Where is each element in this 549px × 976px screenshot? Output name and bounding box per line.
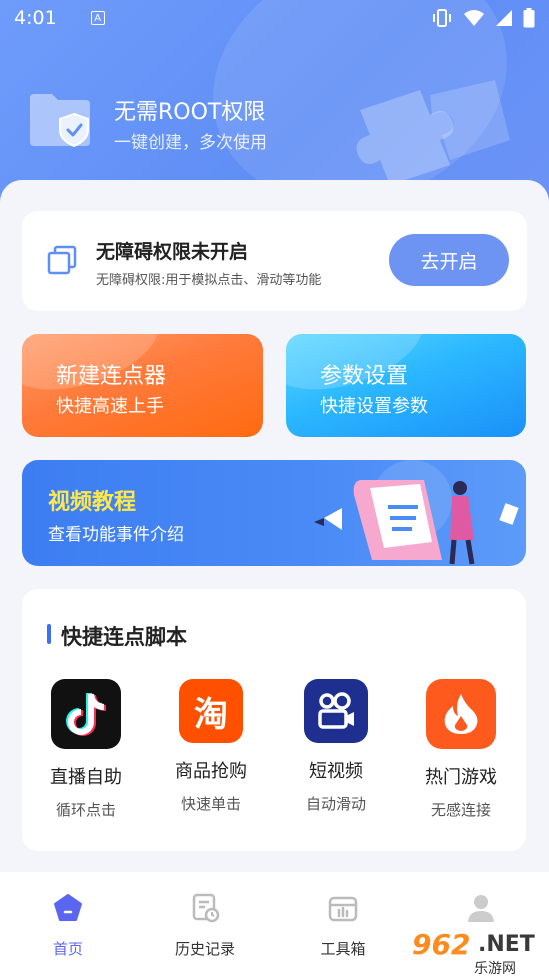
tab-home[interactable]: 首页 — [18, 892, 118, 959]
taobao-icon: 淘 — [179, 679, 243, 743]
new-clicker-tile[interactable]: 新建连点器 快捷高速上手 — [22, 334, 263, 437]
taobao-glyph: 淘 — [194, 694, 228, 735]
script-name: 直播自助 — [50, 767, 122, 788]
tutorial-illustration — [314, 460, 519, 565]
battery-icon — [523, 8, 535, 28]
app-notification-icon: A — [90, 11, 105, 25]
wifi-icon — [464, 10, 484, 26]
quick-scripts-card: 快捷连点脚本 直播自助 循环点击 淘 商品抢购 快速单击 短视频 自动滑动 热门… — [22, 589, 526, 851]
watermark-brand: 962 — [412, 928, 471, 961]
user-icon — [468, 895, 494, 922]
kuaishou-icon — [304, 679, 368, 743]
tab-label: 历史记录 — [174, 940, 235, 958]
section-accent-bar — [47, 624, 51, 644]
watermark-caption: 乐游网 — [474, 961, 516, 976]
script-desc: 无感连接 — [430, 801, 491, 819]
tile-subtitle: 快捷高速上手 — [56, 396, 164, 417]
tile-title: 参数设置 — [320, 364, 409, 389]
script-item-live[interactable]: 直播自助 循环点击 — [31, 679, 141, 820]
enable-accessibility-button[interactable]: 去开启 — [389, 234, 509, 286]
history-record-icon — [192, 893, 220, 923]
tab-toolbox[interactable]: 工具箱 — [293, 892, 393, 959]
script-name: 热门游戏 — [425, 767, 497, 788]
flame-icon — [426, 679, 496, 749]
script-item-games[interactable]: 热门游戏 无感连接 — [406, 679, 516, 820]
secure-folder-icon — [30, 94, 90, 148]
script-name: 短视频 — [309, 761, 363, 782]
status-bar: 4:01 A — [0, 0, 549, 36]
hero-title: 无需ROOT权限 — [114, 100, 266, 125]
tile-title: 新建连点器 — [56, 364, 167, 389]
script-name: 商品抢购 — [175, 761, 247, 782]
accessibility-card: 无障碍权限未开启 无障碍权限:用于模拟点击、滑动等功能 去开启 — [22, 211, 527, 311]
accessibility-description: 无障碍权限:用于模拟点击、滑动等功能 — [96, 273, 322, 288]
script-item-shortvideo[interactable]: 短视频 自动滑动 — [281, 679, 391, 814]
script-desc: 快速单击 — [180, 795, 241, 813]
tiktok-icon — [51, 679, 121, 749]
video-subtitle: 查看功能事件介绍 — [48, 525, 184, 545]
accessibility-title: 无障碍权限未开启 — [96, 241, 249, 263]
video-title: 视频教程 — [48, 490, 137, 515]
settings-tile[interactable]: 参数设置 快捷设置参数 — [286, 334, 526, 437]
script-item-shopping[interactable]: 淘 商品抢购 快速单击 — [156, 679, 266, 814]
tab-label: 工具箱 — [320, 940, 366, 958]
video-tutorial-card[interactable]: 视频教程 查看功能事件介绍 — [22, 460, 526, 566]
watermark-suffix: .NET — [478, 932, 535, 957]
copy-windows-icon — [47, 245, 77, 275]
tab-label: 首页 — [52, 940, 83, 958]
signal-icon — [496, 10, 512, 26]
home-pentagon-icon — [54, 894, 82, 921]
toolbox-icon — [328, 896, 358, 922]
section-title: 快捷连点脚本 — [61, 625, 187, 649]
tile-subtitle: 快捷设置参数 — [320, 396, 428, 417]
site-watermark: 962 .NET 乐游网 — [412, 928, 549, 976]
hero-subtitle: 一键创建，多次使用 — [114, 133, 267, 153]
script-desc: 自动滑动 — [305, 795, 366, 813]
vibrate-icon — [433, 9, 451, 27]
script-desc: 循环点击 — [55, 801, 116, 819]
tab-history[interactable]: 历史记录 — [155, 892, 255, 959]
clock: 4:01 — [14, 7, 57, 29]
